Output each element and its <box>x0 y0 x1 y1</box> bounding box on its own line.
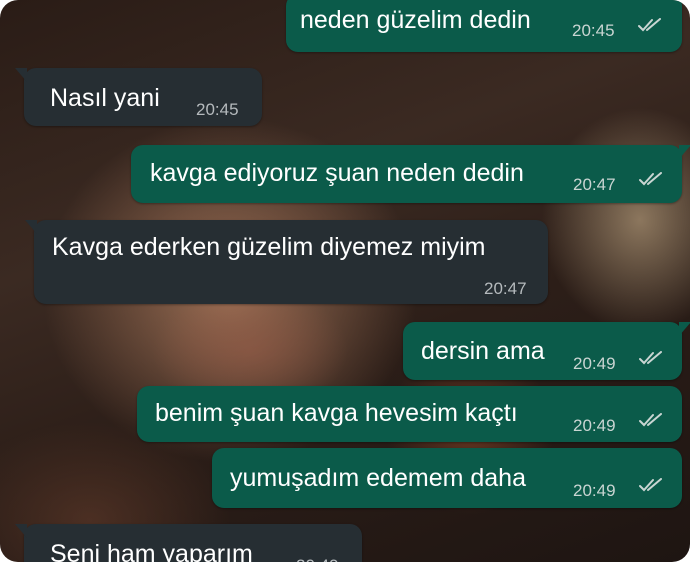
message-text: dersin ama <box>421 337 545 365</box>
message-time: 20:47 <box>573 175 616 194</box>
message-text: benim şuan kavga hevesim kaçtı <box>155 399 518 427</box>
double-check-icon <box>639 172 663 186</box>
message-time: 20:49 <box>573 354 616 373</box>
message-time: 20:49 <box>573 416 616 435</box>
message-time: 20:49 <box>296 551 339 562</box>
outgoing-message-bubble[interactable]: benim şuan kavga hevesim kaçtı 20:49 <box>137 386 682 442</box>
message-text: kavga ediyoruz şuan neden dedin <box>150 159 524 187</box>
double-check-icon <box>639 478 663 492</box>
message-text: yumuşadım edemem daha <box>230 464 526 492</box>
message-text: neden güzelim dedin <box>300 6 531 34</box>
message-time: 20:45 <box>196 100 239 119</box>
message-text: Nasıl yani <box>50 84 160 112</box>
outgoing-message-bubble[interactable]: neden güzelim dedin 20:45 <box>286 0 682 52</box>
double-check-icon <box>639 351 663 365</box>
incoming-message-bubble[interactable]: Seni ham yaparım 20:49 <box>15 524 362 562</box>
chat-screen: neden güzelim dedin 20:45 Nasıl yani 20:… <box>0 0 690 562</box>
outgoing-message-bubble[interactable]: yumuşadım edemem daha 20:49 <box>212 448 682 508</box>
outgoing-message-bubble[interactable]: kavga ediyoruz şuan neden dedin 20:47 <box>131 145 690 203</box>
message-time: 20:49 <box>573 481 616 500</box>
message-text: Kavga ederken güzelim diyemez miyim <box>52 233 486 261</box>
double-check-icon <box>638 18 662 32</box>
message-time: 20:47 <box>484 279 527 298</box>
message-time: 20:45 <box>572 21 615 40</box>
incoming-message-bubble[interactable]: Nasıl yani 20:45 <box>15 68 262 126</box>
message-text: Seni ham yaparım <box>50 540 253 562</box>
outgoing-message-bubble[interactable]: dersin ama 20:49 <box>403 322 690 380</box>
incoming-message-bubble[interactable]: Kavga ederken güzelim diyemez miyim 20:4… <box>25 220 548 304</box>
double-check-icon <box>639 413 663 427</box>
